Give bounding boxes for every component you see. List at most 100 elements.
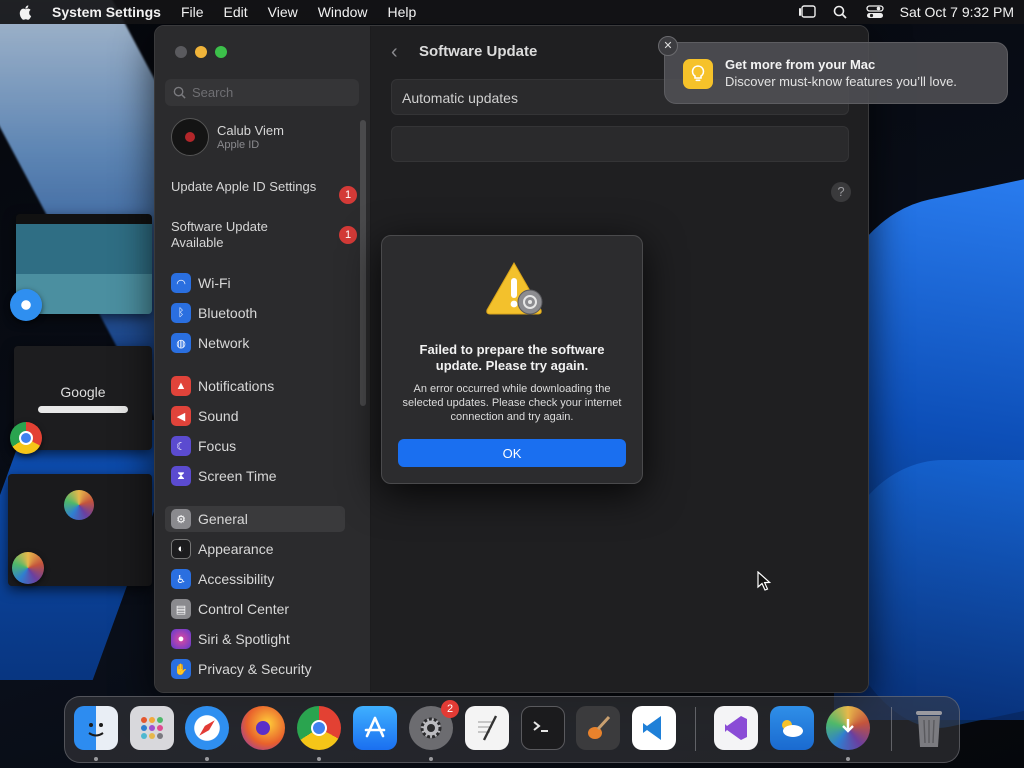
menu-app-name[interactable]: System Settings xyxy=(52,4,161,20)
running-indicator xyxy=(846,757,850,761)
search-input[interactable] xyxy=(192,85,352,100)
sidebar-item-label: Control Center xyxy=(198,601,290,617)
back-chevron-icon[interactable]: ‹ xyxy=(391,41,398,64)
apple-id-account[interactable]: Calub Viem Apple ID xyxy=(171,118,284,156)
globe-icon: ◍ xyxy=(171,333,191,353)
mouse-pointer-icon xyxy=(757,571,771,591)
page-title: Software Update xyxy=(419,43,538,60)
sidebar-item-siri-spotlight[interactable]: ● Siri & Spotlight xyxy=(165,626,345,652)
sidebar-notice-apple-id[interactable]: Update Apple ID Settings 1 xyxy=(171,179,361,204)
dock-firefox[interactable] xyxy=(241,706,285,750)
safari-stage-icon xyxy=(10,289,42,321)
sidebar-item-label: General xyxy=(198,511,248,527)
apple-logo-icon[interactable] xyxy=(18,4,34,20)
menu-help[interactable]: Help xyxy=(388,4,417,20)
dock-launchpad[interactable] xyxy=(130,706,174,750)
installer-stage-icon xyxy=(12,552,44,584)
siri-icon: ● xyxy=(171,629,191,649)
sidebar-scrollbar[interactable] xyxy=(360,120,366,406)
dock-system-settings[interactable]: 2 xyxy=(409,700,459,750)
sidebar-item-notifications[interactable]: ▲ Notifications xyxy=(165,373,345,399)
sidebar-item-label: Siri & Spotlight xyxy=(198,631,290,647)
terminal-prompt-icon xyxy=(533,721,548,732)
sidebar-item-sound[interactable]: ◀ Sound xyxy=(165,403,345,429)
running-indicator xyxy=(317,757,321,761)
dock-garageband[interactable] xyxy=(576,706,620,750)
dock-chrome[interactable] xyxy=(297,706,341,750)
cloud-icon xyxy=(782,720,803,737)
spotlight-search-icon[interactable] xyxy=(832,5,850,19)
avatar xyxy=(171,118,209,156)
hand-icon: ✋ xyxy=(171,659,191,679)
app-store-icon xyxy=(364,716,386,738)
help-button[interactable]: ? xyxy=(831,182,851,202)
menu-file[interactable]: File xyxy=(181,4,204,20)
dock-vscode[interactable] xyxy=(632,706,676,750)
menu-clock[interactable]: Sat Oct 7 9:32 PM xyxy=(900,4,1014,20)
menu-view[interactable]: View xyxy=(268,4,298,20)
notice-badge: 1 xyxy=(339,226,357,244)
minimize-window-button[interactable] xyxy=(195,46,207,58)
control-center-icon[interactable] xyxy=(865,5,884,19)
alert-title: Failed to prepare the software update. P… xyxy=(419,342,605,373)
dock-app-store[interactable] xyxy=(353,706,397,750)
textedit-pen-icon xyxy=(478,715,498,741)
account-subtitle: Apple ID xyxy=(217,139,260,151)
sidebar-item-label: Wi-Fi xyxy=(198,275,231,291)
window-controls xyxy=(175,46,227,58)
ok-button[interactable]: OK xyxy=(398,439,626,467)
gear-icon xyxy=(420,717,442,739)
dock-visual-studio[interactable] xyxy=(714,706,758,750)
sidebar-item-label: Privacy & Security xyxy=(198,661,312,677)
sidebar-item-control-center[interactable]: ▤ Control Center xyxy=(165,596,345,622)
lightbulb-icon xyxy=(683,59,713,89)
dock-safari[interactable] xyxy=(185,706,229,750)
launchpad-grid-icon xyxy=(141,717,163,739)
sidebar-item-appearance[interactable]: ◐ Appearance xyxy=(165,536,345,562)
close-window-button[interactable] xyxy=(175,46,187,58)
google-logo-text: Google xyxy=(60,384,106,400)
zoom-window-button[interactable] xyxy=(215,46,227,58)
finder-icon xyxy=(88,723,104,737)
notification-body: Discover must-know features you’ll love. xyxy=(725,74,957,89)
sidebar-item-screen-time[interactable]: ⧗ Screen Time xyxy=(165,463,345,489)
running-indicator xyxy=(94,757,98,761)
sidebar-item-label: Focus xyxy=(198,438,237,454)
accessibility-icon: ♿ xyxy=(171,569,191,589)
dock-terminal[interactable] xyxy=(521,706,565,750)
sidebar-item-general[interactable]: ⚙ General xyxy=(165,506,345,532)
sidebar-notice-software-update[interactable]: Software Update Available 1 xyxy=(171,219,361,251)
guitar-icon xyxy=(588,715,611,739)
warning-icon xyxy=(486,261,543,315)
tips-notification[interactable]: ✕ Get more from your Mac Discover must-k… xyxy=(658,36,1008,104)
dock-textedit[interactable] xyxy=(465,706,509,750)
notification-badge: 2 xyxy=(441,700,459,718)
safari-compass-icon xyxy=(199,720,215,736)
bell-icon: ▲ xyxy=(171,376,191,396)
stage-manager-icon[interactable] xyxy=(798,5,816,19)
macos-installer-thumbnail-icon xyxy=(64,490,94,520)
dock-trash[interactable] xyxy=(907,706,951,750)
notification-close-button[interactable]: ✕ xyxy=(658,36,678,56)
dock-finder[interactable] xyxy=(74,706,118,750)
sidebar-item-focus[interactable]: ☾ Focus xyxy=(165,433,345,459)
sidebar-item-accessibility[interactable]: ♿ Accessibility xyxy=(165,566,345,592)
menu-edit[interactable]: Edit xyxy=(224,4,248,20)
sidebar-search[interactable] xyxy=(165,79,359,106)
speaker-icon: ◀ xyxy=(171,406,191,426)
chrome-icon xyxy=(311,720,327,736)
sidebar-item-wifi[interactable]: ◠ Wi-Fi xyxy=(165,270,345,296)
chrome-stage-icon xyxy=(10,422,42,454)
notice-label: Software Update Available xyxy=(171,219,268,250)
trash-icon xyxy=(916,711,942,747)
update-status-panel xyxy=(391,126,849,162)
sidebar-item-network[interactable]: ◍ Network xyxy=(165,330,345,356)
dock-macos-installer[interactable] xyxy=(826,706,870,750)
sidebar-item-bluetooth[interactable]: ᛒ Bluetooth xyxy=(165,300,345,326)
dock-weather[interactable] xyxy=(770,706,814,750)
dock: 2 xyxy=(64,696,960,763)
menu-window[interactable]: Window xyxy=(318,4,368,20)
sidebar-item-privacy-security[interactable]: ✋ Privacy & Security xyxy=(165,656,345,682)
sidebar-item-label: Appearance xyxy=(198,541,274,557)
bluetooth-icon: ᛒ xyxy=(171,303,191,323)
